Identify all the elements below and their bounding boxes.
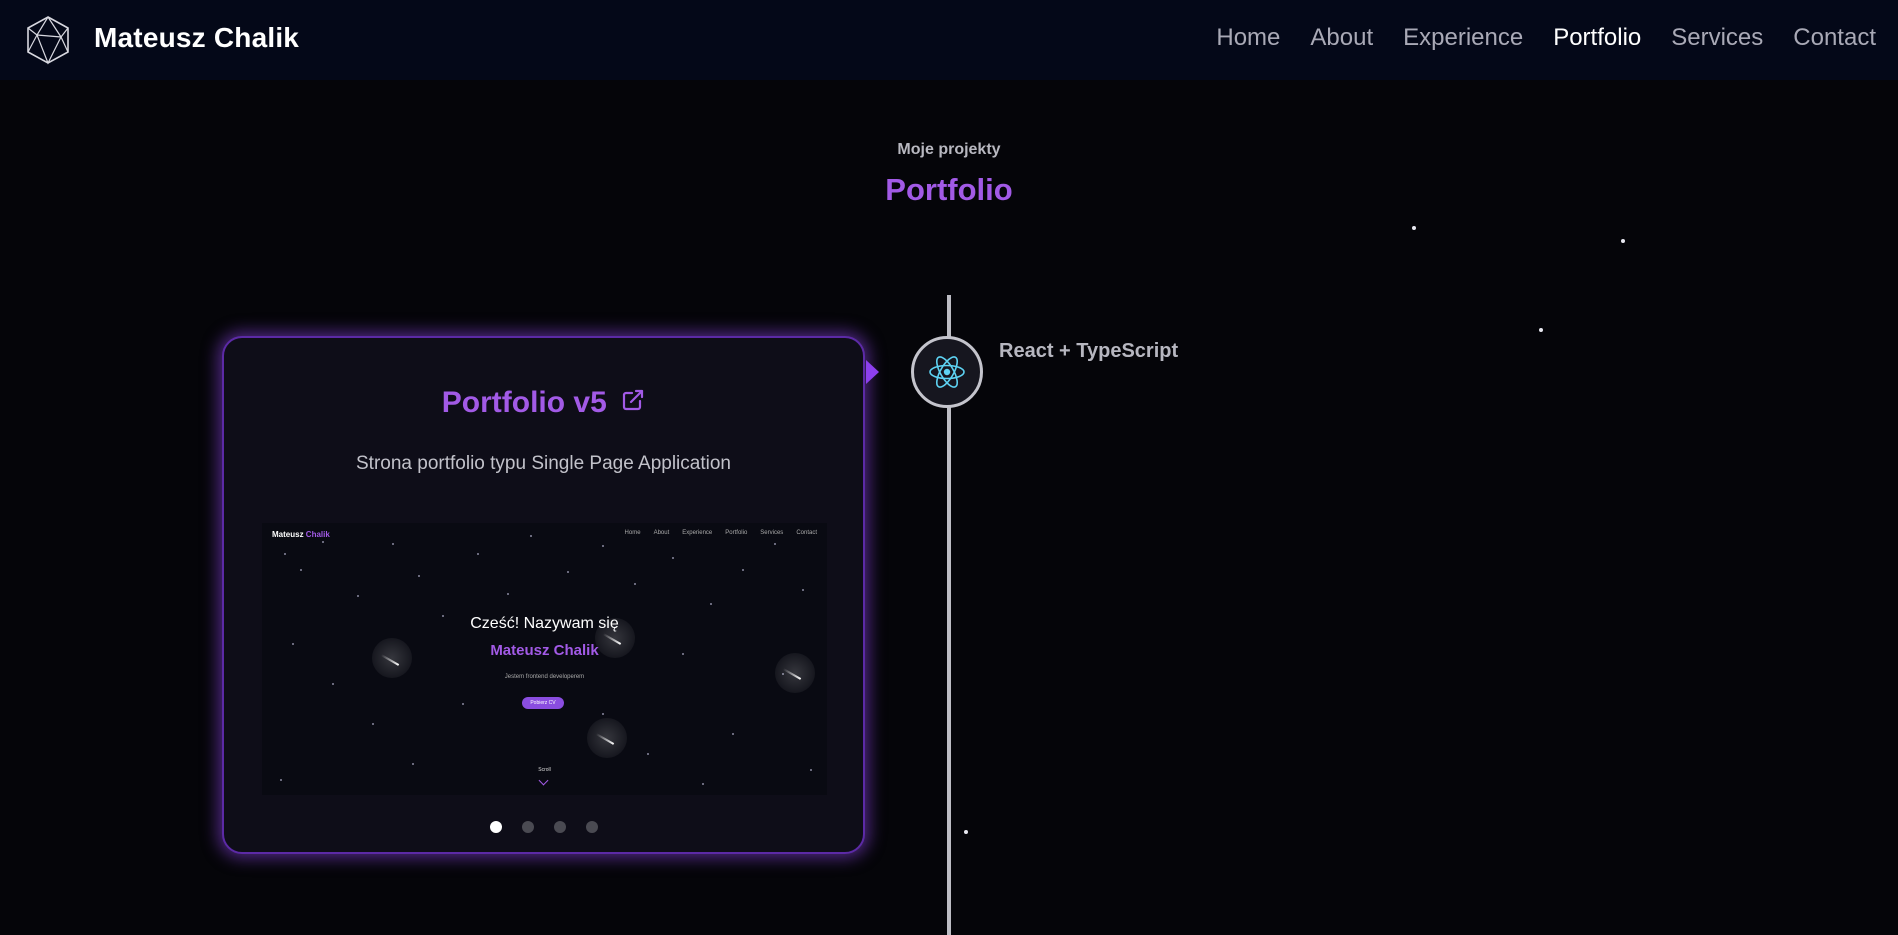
background-star [1412,226,1416,230]
preview-cv-button: Pobierz CV [522,697,564,709]
preview-nav-item: Contact [796,530,817,536]
preview-star [602,713,604,715]
card-pointer [866,360,879,384]
project-screenshot[interactable]: Mateusz Chalik Home About Experience Por… [262,523,827,795]
preview-star [322,541,324,543]
preview-star [300,569,302,571]
nav-experience[interactable]: Experience [1403,24,1523,52]
preview-nav-item: Services [760,530,784,536]
preview-greeting: Cześć! Nazywam się [470,615,619,632]
preview-star [332,683,334,685]
brand-name[interactable]: Mateusz Chalik [94,22,299,54]
carousel-dot-4[interactable] [585,821,598,833]
preview-star [280,779,282,781]
preview-star [567,571,569,573]
preview-brand-second: Chalik [305,530,330,539]
preview-star [602,545,604,547]
external-link-icon[interactable] [621,388,645,412]
nav-contact[interactable]: Contact [1793,24,1876,52]
preview-star [412,763,414,765]
preview-glow [587,718,627,758]
react-icon [929,356,965,388]
preview-star [507,593,509,595]
preview-nav-item: Experience [682,530,713,536]
background-star [964,830,968,834]
card-title-row: Portfolio v5 [224,386,863,420]
preview-glow [775,653,815,693]
section-subtitle: Moje projekty [897,141,1001,158]
preview-star [774,543,776,545]
nav-services[interactable]: Services [1671,24,1763,52]
nav-home[interactable]: Home [1216,24,1280,52]
timeline-icon [911,336,983,408]
preview-subtitle: Jestem frontend developerem [504,674,585,680]
timeline-tech-label: React + TypeScript [999,340,1179,362]
preview-star [284,553,286,555]
preview-star [732,733,734,735]
preview-star [634,583,636,585]
carousel-dot-3[interactable] [553,821,566,833]
preview-star [392,543,394,545]
preview-star [530,535,532,537]
carousel-dots [224,821,863,833]
preview-star [418,575,420,577]
preview-star [647,753,649,755]
preview-nav-item: About [653,530,670,536]
nav-about[interactable]: About [1310,24,1373,52]
background-star [1539,328,1543,332]
preview-star [462,703,464,705]
carousel-dot-2[interactable] [521,821,534,833]
nav-portfolio[interactable]: Portfolio [1553,24,1641,52]
project-title[interactable]: Portfolio v5 [442,386,607,419]
preview-brand: Mateusz Chalik [272,530,330,539]
preview-star [702,783,704,785]
section-title: Portfolio [885,172,1013,207]
preview-scroll-label: Scroll [538,767,551,773]
carousel-dot-1[interactable] [489,821,502,833]
preview-brand-first: Mateusz [272,530,304,539]
navbar: Mateusz Chalik Home About Experience Por… [0,0,1898,80]
preview-star [372,723,374,725]
preview-nav: Home About Experience Portfolio Services… [625,530,817,536]
main-nav: Home About Experience Portfolio Services… [1186,24,1876,52]
project-card: Portfolio v5 Strona portfolio typu Singl… [222,336,865,854]
preview-star [357,595,359,597]
preview-star [672,557,674,559]
preview-scroll-arrow-icon [538,775,549,786]
preview-name: Mateusz Chalik [490,642,599,659]
preview-star [477,553,479,555]
logo-icon[interactable] [23,15,73,65]
project-description: Strona portfolio typu Single Page Applic… [356,453,731,474]
preview-nav-item: Portfolio [725,530,748,536]
preview-star [742,569,744,571]
background-star [1621,239,1625,243]
preview-star [802,589,804,591]
preview-star [710,603,712,605]
preview-nav-item: Home [624,530,641,536]
